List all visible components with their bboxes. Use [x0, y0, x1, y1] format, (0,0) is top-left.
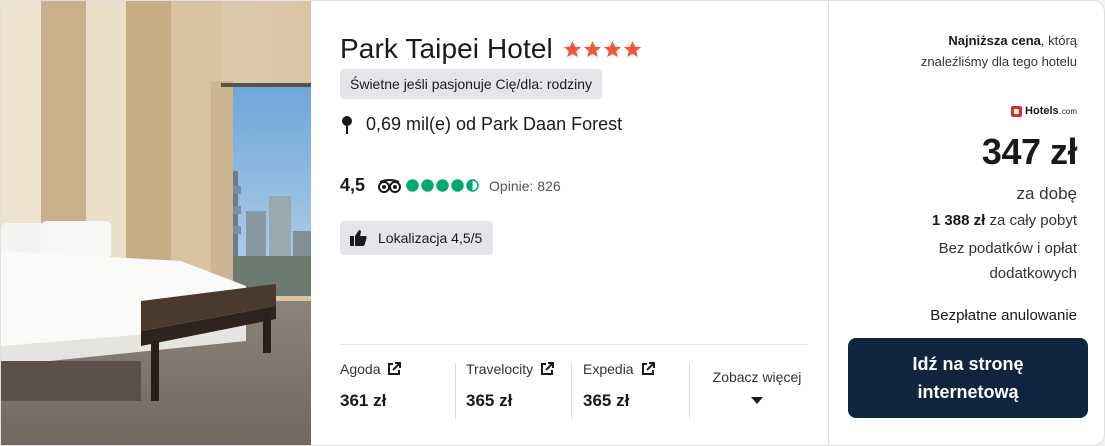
- rating-value: 4,5: [340, 175, 366, 195]
- rating-bubble-icon: [466, 179, 479, 192]
- map-pin-icon: [342, 115, 352, 134]
- see-more-button[interactable]: Zobacz więcej: [707, 369, 807, 410]
- title-row: Park Taipei Hotel: [340, 33, 642, 65]
- hotel-info: Park Taipei Hotel Świetne jeśli pasjonuj…: [311, 1, 828, 445]
- best-price[interactable]: 347 zł: [982, 131, 1078, 173]
- provider-name: Agoda: [340, 361, 381, 377]
- provider-travelocity[interactable]: Travelocity 365 zł: [466, 361, 555, 421]
- provider-name: Travelocity: [466, 361, 534, 377]
- bubble-rating: [406, 179, 479, 192]
- lowest-price-bold: Najniższa cena: [948, 33, 1041, 48]
- caret-down-icon: [751, 397, 763, 404]
- divider: [455, 363, 456, 419]
- hotel-result-card: Park Taipei Hotel Świetne jeśli pasjonuj…: [0, 0, 1105, 446]
- divider: [571, 363, 572, 419]
- total-price-value: 1 388 zł: [931, 212, 986, 229]
- star-icon: [603, 40, 621, 57]
- reviews-count[interactable]: Opinie: 826: [489, 178, 561, 194]
- rating-bubble-icon: [436, 179, 449, 192]
- hotels-logo-icon: [1011, 105, 1023, 117]
- star-icon: [623, 40, 641, 57]
- location-score: Lokalizacja 4,5/5: [378, 230, 483, 246]
- divider: [340, 344, 807, 345]
- provider-prices: Agoda 361 zł Travelocity 365 zł Expedia …: [340, 361, 807, 421]
- star-icon: [583, 40, 601, 57]
- taxes-note: Bez podatków i opłat dodatkowych: [938, 240, 1077, 282]
- see-more-label: Zobacz więcej: [712, 369, 802, 385]
- hotels-logo-text: Hotels: [1025, 105, 1059, 117]
- provider-expedia[interactable]: Expedia 365 zł: [583, 361, 655, 421]
- provider-price: 365 zł: [466, 391, 513, 410]
- external-link-icon: [541, 362, 555, 375]
- family-tag: Świetne jeśli pasjonuje Cię/dla: rodziny: [340, 69, 603, 99]
- rating-bubble-icon: [421, 179, 434, 192]
- distance-row: 0,69 mil(e) od Park Daan Forest: [340, 114, 622, 135]
- provider-price: 365 zł: [583, 391, 630, 410]
- tripadvisor-owl-icon: [378, 178, 402, 193]
- location-badge: Lokalizacja 4,5/5: [340, 221, 494, 255]
- rating-bubble-icon: [406, 179, 419, 192]
- provider-price: 361 zł: [340, 391, 387, 410]
- lowest-price-text-1: , którą: [1040, 33, 1077, 48]
- external-link-icon: [641, 362, 655, 375]
- provider-name: Expedia: [583, 361, 634, 377]
- lowest-price-text-2: znaleźliśmy dla tego hotelu: [920, 54, 1077, 69]
- price-panel: Najniższa cena, którą znaleźliśmy dla te…: [828, 1, 1104, 445]
- rating-row[interactable]: 4,5 Opinie: 826: [340, 175, 561, 196]
- hotels-com-logo: Hotels .com: [1011, 105, 1077, 117]
- per-night-label: za dobę: [1016, 184, 1078, 203]
- provider-agoda[interactable]: Agoda 361 zł: [340, 361, 402, 421]
- lowest-price-note: Najniższa cena, którą znaleźliśmy dla te…: [921, 30, 1077, 72]
- go-to-site-button[interactable]: Idź na stronę internetową: [848, 338, 1088, 418]
- hotel-photo[interactable]: [1, 1, 311, 445]
- hotels-logo-suffix: .com: [1059, 106, 1077, 116]
- star-icon: [563, 40, 581, 57]
- external-link-icon: [388, 362, 402, 375]
- total-price: 1 388 zł za cały pobyt: [932, 212, 1077, 229]
- rating-bubble-icon: [451, 179, 464, 192]
- distance-text: 0,69 mil(e) od Park Daan Forest: [366, 114, 623, 134]
- star-rating: [563, 40, 642, 59]
- free-cancellation: Bezpłatne anulowanie: [930, 307, 1077, 324]
- divider: [689, 363, 690, 419]
- hotel-name[interactable]: Park Taipei Hotel: [340, 33, 553, 65]
- thumbs-up-icon: [350, 230, 367, 246]
- total-price-label: za cały pobyt: [989, 212, 1077, 229]
